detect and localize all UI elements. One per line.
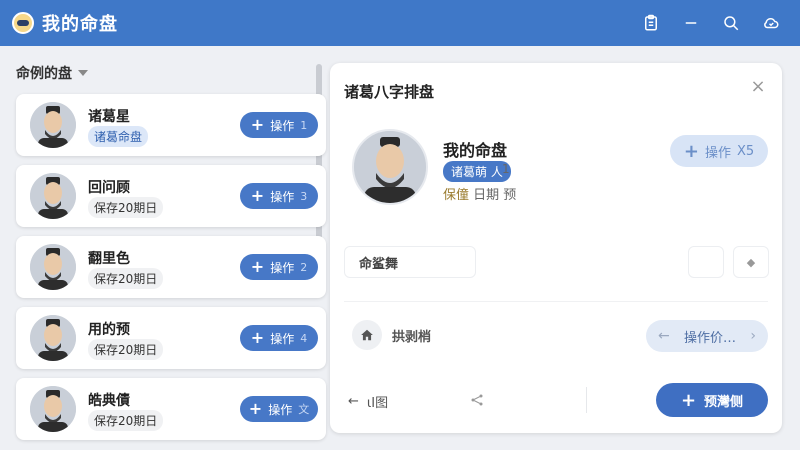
divider: [586, 387, 587, 413]
section-header[interactable]: 命例的盘: [8, 56, 326, 90]
chart-tag: 保存20期日: [88, 339, 164, 360]
chart-name: 回问顾: [88, 180, 130, 196]
avatar: [30, 173, 76, 219]
plus-icon: +: [680, 389, 697, 411]
app-logo-icon: [12, 12, 34, 34]
chart-name: 翻里色: [88, 251, 130, 267]
app-title: 我的命盘: [42, 14, 118, 35]
chart-tag: 保存20期日: [88, 410, 164, 431]
clipboard-icon[interactable]: [640, 12, 662, 34]
chart-list: 诸葛星 诸葛命盘 + 操作 1 回问顾 保存20期日 + 操作 3 翻里色 保存…: [16, 94, 326, 449]
divider: [344, 301, 768, 302]
title-bar: 我的命盘: [0, 0, 800, 46]
bottom-actions: ← ιΙ图 + 预灣侧: [344, 381, 768, 421]
chevron-down-icon: [78, 70, 88, 76]
titlebar-actions: [640, 0, 782, 46]
plus-icon: +: [250, 328, 265, 347]
avatar: [30, 102, 76, 148]
home-icon: [352, 320, 382, 350]
saved-charts-panel: 命例的盘 诸葛星 诸葛命盘 + 操作 1 回问顾 保存20期日 + 操作 3 翻…: [8, 56, 326, 446]
chart-field[interactable]: 命鲨舞: [344, 246, 476, 278]
section-title: 命例的盘: [16, 66, 72, 82]
chart-tag: 保存20期日: [88, 268, 164, 289]
profile-tag: 诸葛萌 人: [443, 161, 511, 182]
chart-detail-panel: 诸葛八字排盘 × 我的命盘 诸葛萌 人 1 保僮 日期 预 + 操作 X5 命鲨…: [330, 63, 782, 433]
list-item[interactable]: 回问顾 保存20期日 + 操作 3: [16, 165, 326, 227]
operate-button[interactable]: + 操作 4: [240, 325, 318, 351]
operate-button[interactable]: + 操作 3: [240, 183, 318, 209]
chart-name: 诸葛星: [88, 109, 130, 125]
search-icon[interactable]: [720, 12, 742, 34]
list-item[interactable]: 翻里色 保存20期日 + 操作 2: [16, 236, 326, 298]
profile-tag-count: 1: [502, 162, 510, 176]
avatar: [30, 315, 76, 361]
primary-action-button[interactable]: + 预灣侧: [656, 383, 768, 417]
profile-name: 我的命盘: [443, 141, 508, 160]
cloud-sync-icon[interactable]: [760, 12, 782, 34]
list-item[interactable]: 用的预 保存20期日 + 操作 4: [16, 307, 326, 369]
plus-icon: +: [250, 115, 265, 134]
plus-icon: +: [250, 257, 265, 276]
operate-button[interactable]: + 操作 1: [240, 112, 318, 138]
profile-subtitle: 保僮 日期 预: [443, 188, 517, 203]
close-icon[interactable]: ×: [748, 77, 768, 97]
plus-icon: +: [250, 186, 265, 205]
back-link[interactable]: ← ιΙ图: [348, 392, 388, 411]
plus-icon: +: [683, 140, 699, 162]
operate-button[interactable]: + 操作 文: [240, 396, 318, 422]
home-label: 拱剥梢: [392, 329, 432, 345]
panel-title: 诸葛八字排盘: [344, 83, 435, 101]
chart-tag: 保存20期日: [88, 197, 164, 218]
operate-multi-button[interactable]: + 操作 X5: [670, 135, 768, 167]
home-row[interactable]: 拱剥梢: [352, 320, 431, 350]
minimize-icon[interactable]: [680, 12, 702, 34]
chart-name: 用的预: [88, 322, 130, 338]
arrow-left-icon: ←: [658, 328, 670, 344]
operate-button[interactable]: + 操作 2: [240, 254, 318, 280]
chart-name: 皓典債: [88, 393, 130, 409]
avatar: [30, 386, 76, 432]
operate-pill-button[interactable]: ← 操作价… ›: [646, 320, 768, 352]
chevron-right-icon: ›: [750, 328, 756, 344]
profile-avatar: [352, 129, 428, 205]
list-item[interactable]: 诸葛星 诸葛命盘 + 操作 1: [16, 94, 326, 156]
plus-icon: +: [248, 399, 263, 418]
list-item[interactable]: 皓典債 保存20期日 + 操作 文: [16, 378, 326, 440]
avatar: [30, 244, 76, 290]
option-box[interactable]: [688, 246, 724, 278]
share-icon[interactable]: [470, 393, 484, 407]
chart-tag: 诸葛命盘: [88, 126, 149, 147]
diamond-icon[interactable]: ◆: [733, 246, 769, 278]
arrow-back-icon: ←: [348, 394, 359, 409]
